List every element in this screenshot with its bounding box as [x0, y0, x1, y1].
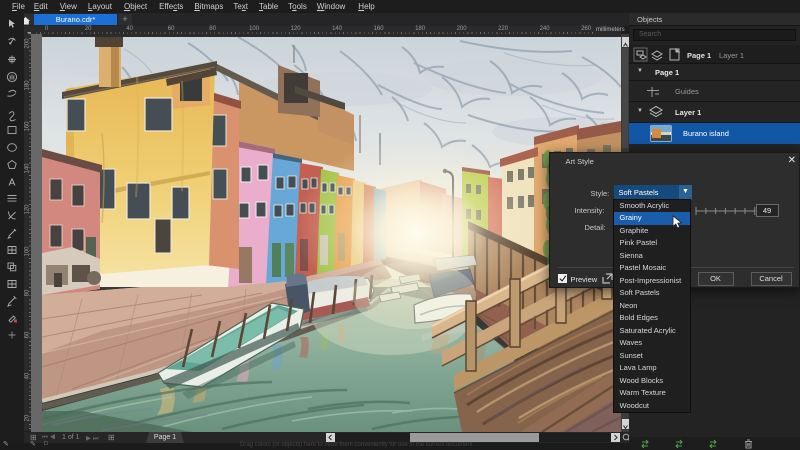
svg-text:Layer 1: Layer 1 [719, 51, 744, 60]
svg-text:A: A [9, 178, 16, 189]
svg-text:Page 1: Page 1 [687, 51, 711, 60]
